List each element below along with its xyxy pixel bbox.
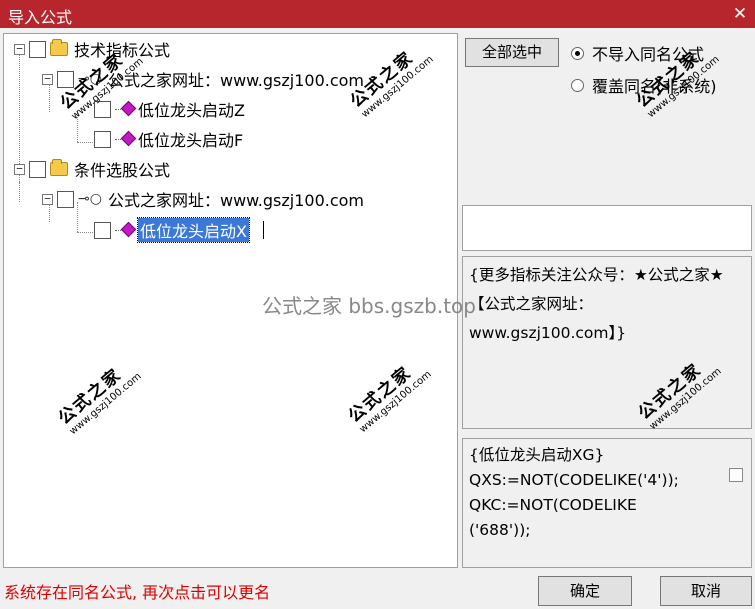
formula-gem-icon [115,102,135,116]
tree-node-site[interactable]: − ⊸○ 公式之家网址：www.gszj100.com [42,187,364,211]
collapse-icon[interactable]: − [42,193,53,205]
radio-dot[interactable] [571,78,584,92]
tree-node-screening[interactable]: − 条件选股公式 [14,157,170,181]
collapse-icon[interactable]: − [14,163,25,175]
tree-item-label-selected[interactable]: 低位龙头启动X [137,217,250,243]
code-line: QXS:=NOT(CODELIKE('4')); [469,471,679,489]
status-message: 系统存在同名公式, 再次点击可以更名 [4,583,271,602]
tree-node-label: 公式之家网址：www.gszj100.com [108,71,365,90]
folder-icon [50,159,68,176]
window-title: 导入公式 [8,8,73,27]
code-line: ('688')); [469,521,531,539]
collapse-icon[interactable]: − [14,43,25,55]
formula-gem-icon [115,223,135,237]
tree-node-indicators[interactable]: − 技术指标公式 [14,37,170,61]
checkbox[interactable] [94,221,111,239]
checkbox[interactable] [29,160,46,178]
info-box [462,205,752,251]
text-caret [262,221,264,239]
title-bar: 导入公式 ✕ [0,0,755,28]
code-checkbox[interactable] [729,468,743,482]
ok-button[interactable]: 确定 [538,576,632,606]
close-icon[interactable]: ✕ [729,3,751,25]
radio-dot[interactable] [571,46,584,60]
tree-item-label: 低位龙头启动Z [138,101,245,120]
formula-code: {低位龙头启动XG} QXS:=NOT(CODELIKE('4')); QKC:… [462,438,752,568]
checkbox[interactable] [57,190,74,208]
tree-item[interactable]: 低位龙头启动Z [94,97,245,121]
center-watermark: 公式之家 bbs.gszb.top [262,294,476,318]
collapse-icon[interactable]: − [42,73,53,85]
tree-node-label: 条件选股公式 [74,161,171,180]
cancel-button[interactable]: 取消 [660,576,752,606]
code-line: QKC:=NOT(CODELIKE [469,496,637,514]
folder-icon [50,39,68,56]
tree-node-label: 公式之家网址：www.gszj100.com [108,191,365,210]
checkbox[interactable] [29,40,46,58]
tree-item[interactable]: 低位龙头启动F [94,127,243,151]
select-all-button[interactable]: 全部选中 [465,38,559,67]
code-line: {低位龙头启动XG} [469,446,605,464]
formula-gem-icon [115,132,135,146]
tree-item-label: 低位龙头启动F [138,131,244,150]
key-icon: ⊸○ [78,191,102,207]
checkbox[interactable] [94,130,111,148]
tree-item[interactable]: 低位龙头启动X [94,217,264,243]
description-text: {更多指标关注公众号：★公式之家★ 【公式之家网址：www.gszj100.co… [462,256,752,429]
